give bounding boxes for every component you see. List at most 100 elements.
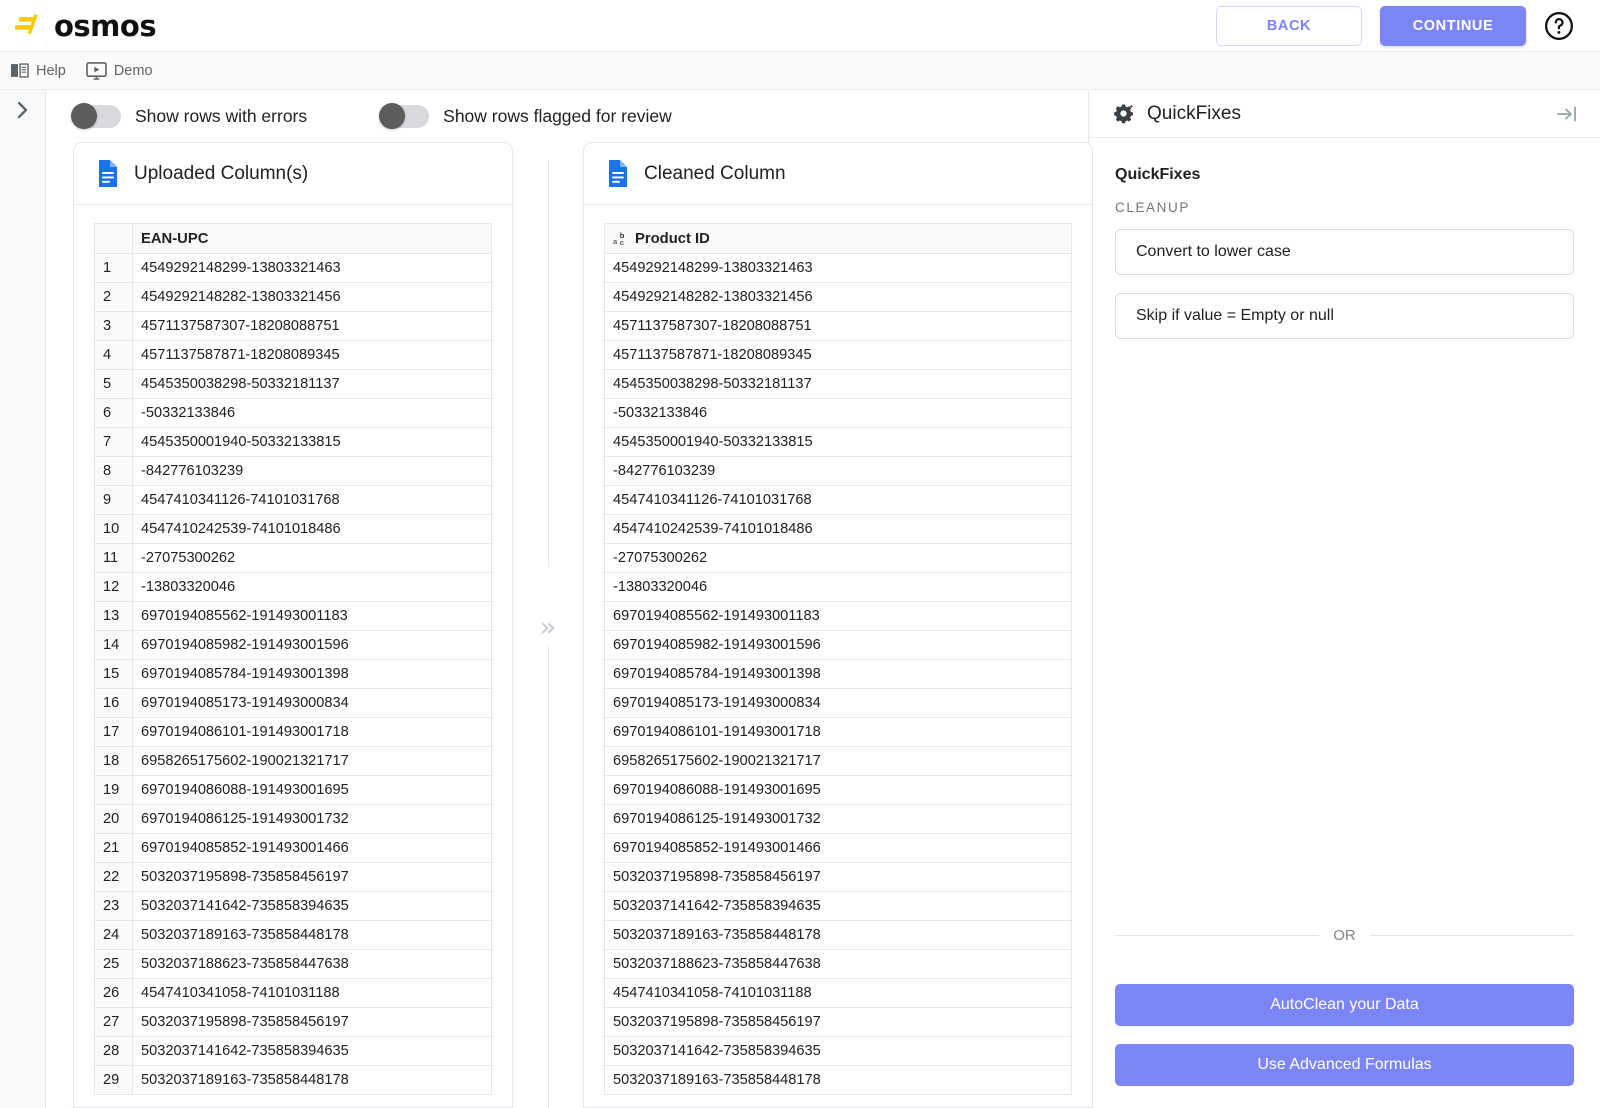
uploaded-cell[interactable]: 5032037195898-735858456197 xyxy=(132,1007,492,1037)
quickfixes-panel: QuickFixes QuickFixes CLEANUP Convert to… xyxy=(1088,90,1600,1108)
demo-link[interactable]: Demo xyxy=(86,61,153,80)
cleaned-cell[interactable]: 6970194085982-191493001596 xyxy=(604,630,1072,660)
uploaded-cell[interactable]: 6970194085784-191493001398 xyxy=(132,659,492,689)
cleaned-cell[interactable]: 4549292148282-13803321456 xyxy=(604,282,1072,312)
cleaned-cell[interactable]: 4547410341058-74101031188 xyxy=(604,978,1072,1008)
uploaded-cell[interactable]: 6970194085982-191493001596 xyxy=(132,630,492,660)
uploaded-cell[interactable]: 4571137587307-18208088751 xyxy=(132,311,492,341)
cleaned-cell[interactable]: 5032037141642-735858394635 xyxy=(604,1036,1072,1066)
uploaded-cell[interactable]: 6970194086125-191493001732 xyxy=(132,804,492,834)
row-number: 14 xyxy=(94,630,133,660)
table-row: 10 4547410242539-74101018486 xyxy=(94,514,492,544)
cleaned-cell[interactable]: 6958265175602-190021321717 xyxy=(604,746,1072,776)
uploaded-cell[interactable]: 4571137587871-18208089345 xyxy=(132,340,492,370)
uploaded-cell[interactable]: 6970194085852-191493001466 xyxy=(132,833,492,863)
uploaded-cell[interactable]: 4545350038298-50332181137 xyxy=(132,369,492,399)
cleaned-cell[interactable]: 4571137587307-18208088751 xyxy=(604,311,1072,341)
or-label: OR xyxy=(1333,927,1356,944)
help-link-label: Help xyxy=(36,62,66,79)
cleaned-cell[interactable]: 4549292148299-13803321463 xyxy=(604,253,1072,283)
row-number: 21 xyxy=(94,833,133,863)
row-number: 24 xyxy=(94,920,133,950)
double-chevron-right-icon[interactable]: » xyxy=(537,608,559,646)
show-flagged-switch[interactable] xyxy=(379,103,430,129)
uploaded-cell[interactable]: 6970194086101-191493001718 xyxy=(132,717,492,747)
uploaded-panel-body[interactable]: EAN-UPC 1 4549292148299-13803321463 2 45492… xyxy=(74,205,512,1107)
osmos-logo-mark xyxy=(15,13,38,34)
uploaded-cell[interactable]: -13803320046 xyxy=(132,572,492,602)
uploaded-cell[interactable]: 5032037195898-735858456197 xyxy=(132,862,492,892)
uploaded-cell[interactable]: 4547410341058-74101031188 xyxy=(132,978,492,1008)
cleaned-cell[interactable]: 6970194086125-191493001732 xyxy=(604,804,1072,834)
help-circle-icon[interactable] xyxy=(1544,11,1574,41)
switch-knob xyxy=(71,103,97,129)
splitter-line-top xyxy=(548,160,549,568)
autoclean-button[interactable]: AutoClean your Data xyxy=(1115,984,1574,1026)
uploaded-cell[interactable]: 5032037189163-735858448178 xyxy=(132,1065,492,1095)
uploaded-cell[interactable]: 5032037141642-735858394635 xyxy=(132,1036,492,1066)
uploaded-cell[interactable]: -842776103239 xyxy=(132,456,492,486)
cleaned-cell[interactable]: 4545350038298-50332181137 xyxy=(604,369,1072,399)
table-row: 6970194086125-191493001732 xyxy=(604,804,1072,834)
uploaded-cell[interactable]: -27075300262 xyxy=(132,543,492,573)
row-number: 15 xyxy=(94,659,133,689)
cleaned-cell[interactable]: -50332133846 xyxy=(604,398,1072,428)
cleaned-cell[interactable]: 5032037189163-735858448178 xyxy=(604,1065,1072,1095)
quickfix-skip-empty-null[interactable]: Skip if value = Empty or null xyxy=(1115,293,1574,339)
toggle-show-errors[interactable]: Show rows with errors xyxy=(71,103,307,129)
uploaded-cell[interactable]: 5032037188623-735858447638 xyxy=(132,949,492,979)
toggle-show-flagged[interactable]: Show rows flagged for review xyxy=(379,103,672,129)
uploaded-cell[interactable]: 6970194085173-191493000834 xyxy=(132,688,492,718)
row-number: 1 xyxy=(94,253,133,283)
expand-sidebar-chevron-icon[interactable] xyxy=(14,100,32,120)
continue-button[interactable]: CONTINUE xyxy=(1380,5,1526,46)
cleaned-cell[interactable]: -842776103239 xyxy=(604,456,1072,486)
cleaned-cell[interactable]: 5032037188623-735858447638 xyxy=(604,949,1072,979)
cleaned-cell[interactable]: -13803320046 xyxy=(604,572,1072,602)
uploaded-cell[interactable]: 4547410242539-74101018486 xyxy=(132,514,492,544)
cleaned-panel-body[interactable]: a b c Product ID 4549292148299-138033214… xyxy=(584,205,1092,1107)
uploaded-cell[interactable]: 5032037189163-735858448178 xyxy=(132,920,492,950)
uploaded-cell[interactable]: 4549292148282-13803321456 xyxy=(132,282,492,312)
center-area: Show rows with errors Show rows flagged … xyxy=(46,90,1093,1108)
cleaned-cell[interactable]: 4547410242539-74101018486 xyxy=(604,514,1072,544)
advanced-formulas-button[interactable]: Use Advanced Formulas xyxy=(1115,1044,1574,1086)
uploaded-cell[interactable]: 6958265175602-190021321717 xyxy=(132,746,492,776)
uploaded-cell[interactable]: 5032037141642-735858394635 xyxy=(132,891,492,921)
table-header-row: EAN-UPC xyxy=(94,223,492,254)
uploaded-cell[interactable]: 6970194085562-191493001183 xyxy=(132,601,492,631)
top-bar: osmos BACK CONTINUE xyxy=(0,0,1600,52)
uploaded-cell[interactable]: 4545350001940-50332133815 xyxy=(132,427,492,457)
cleaned-cell[interactable]: 6970194085852-191493001466 xyxy=(604,833,1072,863)
cleaned-cell[interactable]: 4545350001940-50332133815 xyxy=(604,427,1072,457)
uploaded-cell[interactable]: 4547410341126-74101031768 xyxy=(132,485,492,515)
cleaned-cell[interactable]: 4547410341126-74101031768 xyxy=(604,485,1072,515)
help-link[interactable]: Help xyxy=(10,62,66,79)
cleaned-cell[interactable]: 6970194085173-191493000834 xyxy=(604,688,1072,718)
cleaned-cell[interactable]: 4571137587871-18208089345 xyxy=(604,340,1072,370)
cleaned-cell[interactable]: 6970194086101-191493001718 xyxy=(604,717,1072,747)
uploaded-column-header[interactable]: EAN-UPC xyxy=(132,223,492,254)
table-row: 4547410242539-74101018486 xyxy=(604,514,1072,544)
cleaned-cell[interactable]: 5032037195898-735858456197 xyxy=(604,862,1072,892)
show-errors-switch[interactable] xyxy=(71,103,121,129)
table-row: 22 5032037195898-735858456197 xyxy=(94,862,492,892)
cleaned-cell[interactable]: -27075300262 xyxy=(604,543,1072,573)
back-button[interactable]: BACK xyxy=(1216,5,1362,46)
cleaned-column-header[interactable]: a b c Product ID xyxy=(604,223,1072,254)
quickfix-convert-lower-case[interactable]: Convert to lower case xyxy=(1115,229,1574,275)
cleaned-cell[interactable]: 5032037189163-735858448178 xyxy=(604,920,1072,950)
cleaned-cell[interactable]: 5032037195898-735858456197 xyxy=(604,1007,1072,1037)
table-row: 12 -13803320046 xyxy=(94,572,492,602)
uploaded-cell[interactable]: -50332133846 xyxy=(132,398,492,428)
cleaned-cell[interactable]: 6970194085784-191493001398 xyxy=(604,659,1072,689)
row-number: 17 xyxy=(94,717,133,747)
collapse-right-icon[interactable] xyxy=(1556,105,1578,123)
cleaned-cell[interactable]: 5032037141642-735858394635 xyxy=(604,891,1072,921)
uploaded-cell[interactable]: 6970194086088-191493001695 xyxy=(132,775,492,805)
row-number: 27 xyxy=(94,1007,133,1037)
osmos-logo[interactable]: osmos xyxy=(14,9,157,43)
cleaned-cell[interactable]: 6970194085562-191493001183 xyxy=(604,601,1072,631)
cleaned-cell[interactable]: 6970194086088-191493001695 xyxy=(604,775,1072,805)
uploaded-cell[interactable]: 4549292148299-13803321463 xyxy=(132,253,492,283)
